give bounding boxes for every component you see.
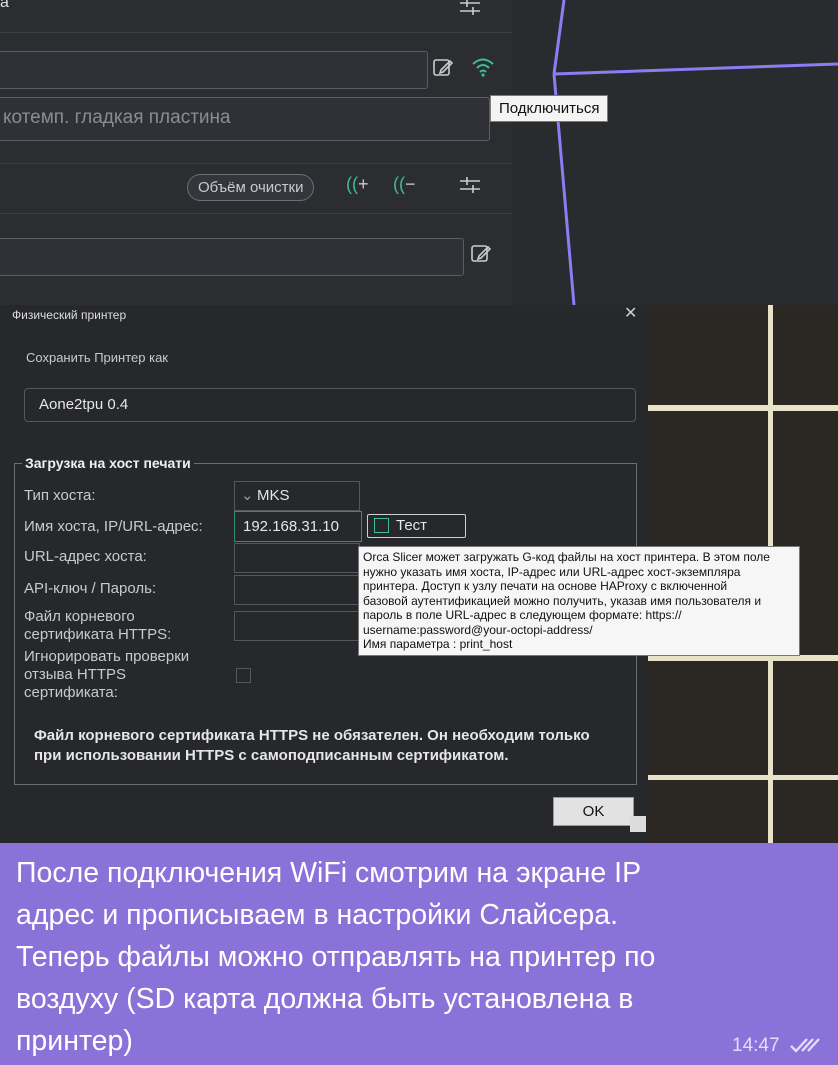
caption-line: адрес и прописываем в настройки Слайсера…: [16, 899, 619, 931]
printer-select[interactable]: [0, 51, 428, 89]
plate-type-value: котемп. гладкая пластина: [3, 107, 231, 128]
message-caption: После подключения WiFi смотрим на экране…: [16, 852, 806, 1062]
filament-settings-icon[interactable]: [458, 174, 482, 202]
caption-line: Теперь файлы можно отправлять на принтер…: [16, 941, 656, 973]
cert-note-line2: при использовании HTTPS с самоподписанны…: [34, 747, 509, 764]
3d-viewport[interactable]: [512, 0, 838, 306]
tooltip-line: базовой аутентификацией можно получить, …: [363, 593, 762, 608]
tooltip-line: принтера. Доступ к узлу печати на основе…: [363, 579, 728, 593]
save-as-label: Сохранить Принтер как: [26, 350, 168, 365]
ignore-revocation-checkbox[interactable]: [236, 668, 251, 683]
host-type-select[interactable]: ⌄ MKS: [234, 481, 360, 511]
remove-filament-icon[interactable]: ((−: [393, 174, 416, 195]
test-icon: [374, 518, 389, 533]
caption-line: После подключения WiFi смотрим на экране…: [16, 857, 642, 889]
cert-label-line1: Файл корневого: [24, 608, 135, 625]
cert-file-input[interactable]: [234, 611, 360, 641]
filament-select[interactable]: [0, 238, 464, 276]
print-host-tooltip: Orca Slicer может загружать G-код файлы …: [358, 546, 800, 656]
host-type-value: MKS: [257, 487, 290, 504]
api-key-label: API-ключ / Пароль:: [24, 580, 157, 597]
edit-filament-icon[interactable]: [469, 242, 493, 272]
cert-note: Файл корневого сертификата HTTPS не обяз…: [34, 726, 624, 766]
dialog-title: Физический принтер: [12, 308, 127, 322]
chevron-down-icon: ⌄: [241, 487, 254, 504]
tooltip-line: нужно указать имя хоста, IP-адрес или UR…: [363, 564, 741, 579]
screenshot-image[interactable]: a котемп. гладкая пластина Объём очистки…: [0, 0, 838, 843]
url-label: URL-адрес хоста:: [24, 548, 147, 565]
wifi-icon[interactable]: [470, 54, 496, 86]
ignore-revocation-label-2: отзыва HTTPS: [24, 666, 127, 683]
divider: [0, 163, 512, 164]
cert-note-line1: Файл корневого сертификата HTTPS не обяз…: [34, 727, 590, 744]
tooltip-line: пароль в поле URL-адрес в следующем форм…: [363, 608, 682, 622]
hostname-input[interactable]: 192.168.31.10: [234, 511, 362, 542]
divider: [0, 213, 512, 214]
message-time: 14:47: [732, 1035, 780, 1056]
slicer-sidebar: a котемп. гладкая пластина Объём очистки…: [0, 0, 512, 305]
settings-sliders-icon[interactable]: [458, 0, 482, 24]
print-host-group-title: Загрузка на хост печати: [22, 455, 194, 471]
plate-type-select[interactable]: котемп. гладкая пластина: [0, 97, 490, 141]
host-type-label: Тип хоста:: [24, 487, 96, 504]
printer-name-value: Aone2tpu 0.4: [39, 396, 129, 413]
caption-line: принтер): [16, 1025, 133, 1057]
test-button-label: Тест: [396, 517, 428, 534]
url-input[interactable]: [234, 543, 360, 573]
tooltip-line: Orca Slicer может загружать G-код файлы …: [363, 550, 770, 564]
cert-label-line2: сертификата HTTPS:: [24, 626, 172, 643]
printer-name-input[interactable]: Aone2tpu 0.4: [24, 388, 636, 422]
message-bubble: a котемп. гладкая пластина Объём очистки…: [0, 0, 838, 1065]
api-key-input[interactable]: [234, 575, 360, 605]
purge-volume-button[interactable]: Объём очистки: [187, 174, 315, 201]
hostname-label: Имя хоста, IP/URL-адрес:: [24, 518, 203, 535]
tooltip-line: Имя параметра : print_host: [363, 637, 513, 651]
caption-line: воздуху (SD карта должна быть установлен…: [16, 983, 634, 1015]
connect-tooltip: Подключиться: [490, 95, 609, 122]
build-volume-lines: [552, 0, 838, 306]
resize-grip-icon[interactable]: [630, 816, 646, 832]
hostname-value: 192.168.31.10: [243, 518, 339, 535]
close-icon[interactable]: ✕: [624, 303, 637, 323]
ok-button[interactable]: OK: [553, 797, 634, 826]
app-logo-fragment: a: [0, 0, 9, 11]
ignore-revocation-label-3: сертификата:: [24, 684, 118, 701]
add-filament-icon[interactable]: ((+: [346, 174, 369, 195]
test-button[interactable]: Тест: [367, 514, 466, 538]
ignore-revocation-label-1: Игнорировать проверки: [24, 648, 190, 665]
divider: [0, 32, 512, 33]
edit-icon[interactable]: [431, 56, 455, 86]
tooltip-line: username:password@your-octopi-address/: [363, 622, 593, 637]
double-check-icon: [789, 1034, 823, 1062]
